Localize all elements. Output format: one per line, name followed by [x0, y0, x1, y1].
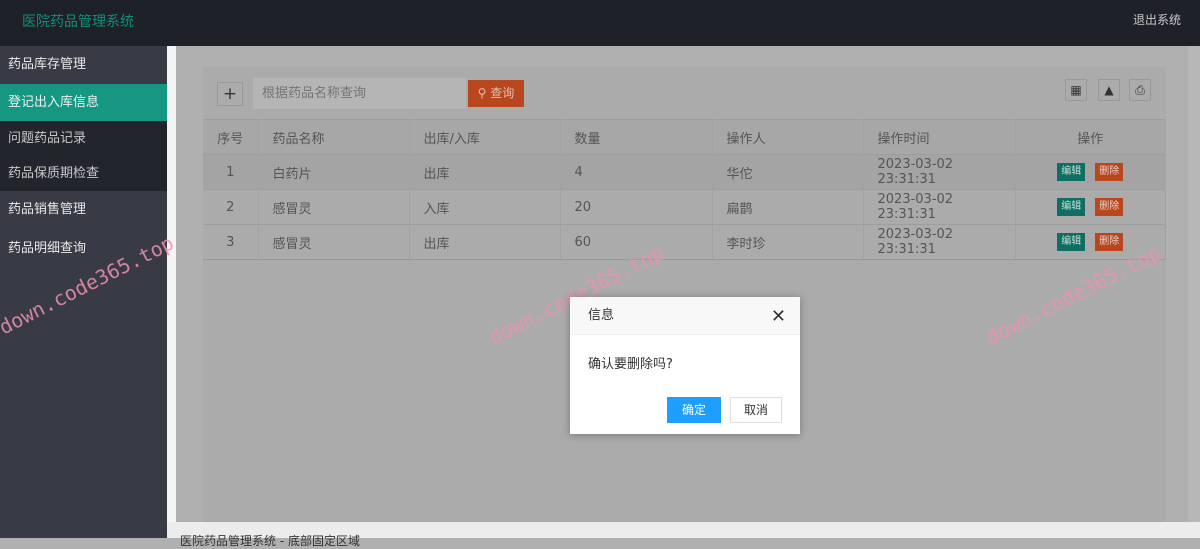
- delete-button[interactable]: 删除: [1095, 163, 1124, 181]
- cell-name: 感冒灵: [258, 224, 410, 260]
- cell-time: 2023-03-02 23:31:31: [863, 154, 1016, 190]
- col-header: 操作时间: [863, 119, 1016, 155]
- content-edge: [167, 46, 176, 522]
- cell-name: 白药片: [258, 154, 410, 190]
- edit-button[interactable]: 编辑: [1057, 163, 1086, 181]
- close-icon[interactable]: ✕: [771, 306, 786, 327]
- footer: 医院药品管理系统 - 底部固定区域: [167, 522, 1200, 548]
- cell-time: 2023-03-02 23:31:31: [863, 189, 1016, 225]
- cell-type: 出库: [409, 224, 561, 260]
- table-row: 1 白药片 出库 4 华佗 2023-03-02 23:31:31 编辑 删除: [203, 154, 1166, 190]
- export-icon[interactable]: ▲: [1098, 79, 1120, 101]
- search-button-label: 查询: [490, 86, 515, 100]
- cell-operator: 扁鹊: [712, 189, 864, 225]
- cell-qty: 20: [560, 189, 713, 225]
- cell-operator: 华佗: [712, 154, 864, 190]
- delete-button[interactable]: 删除: [1095, 198, 1124, 216]
- sidebar-item-sales[interactable]: 药品销售管理: [0, 191, 167, 229]
- cell-type: 入库: [409, 189, 561, 225]
- print-icon[interactable]: ⎙: [1129, 79, 1151, 101]
- sidebar-item-expiry-check[interactable]: 药品保质期检查: [0, 156, 167, 191]
- delete-button[interactable]: 删除: [1095, 233, 1124, 251]
- search-button[interactable]: ⚲ 查询: [468, 80, 524, 107]
- confirm-dialog: 信息 ✕ 确认要删除吗? 确定 取消: [570, 297, 800, 434]
- col-header: 操作: [1015, 119, 1166, 155]
- app-title: 医院药品管理系统: [22, 14, 134, 30]
- sidebar-item-details[interactable]: 药品明细查询: [0, 229, 167, 269]
- sidebar-item-inventory[interactable]: 药品库存管理: [0, 46, 167, 84]
- cell-id: 2: [203, 189, 259, 225]
- cell-operator: 李时珍: [712, 224, 864, 260]
- edit-button[interactable]: 编辑: [1057, 198, 1086, 216]
- sidebar-item-problem-records[interactable]: 问题药品记录: [0, 121, 167, 156]
- cancel-button[interactable]: 取消: [730, 397, 782, 423]
- dialog-title: 信息: [570, 297, 800, 335]
- footer-text: 医院药品管理系统 - 底部固定区域: [180, 534, 360, 548]
- cell-time: 2023-03-02 23:31:31: [863, 224, 1016, 260]
- table-row: 3 感冒灵 出库 60 李时珍 2023-03-02 23:31:31 编辑 删除: [203, 224, 1166, 260]
- cell-actions: 编辑 删除: [1015, 154, 1166, 190]
- col-header: 药品名称: [258, 119, 410, 155]
- stock-table: 序号 药品名称 出库/入库 数量 操作人 操作时间 操作 1 白药片 出库 4 …: [203, 119, 1166, 260]
- dialog-message: 确认要删除吗?: [588, 357, 673, 372]
- col-header: 数量: [560, 119, 713, 155]
- confirm-button[interactable]: 确定: [667, 397, 721, 423]
- scrollbar[interactable]: [1188, 46, 1200, 522]
- sidebar: 药品库存管理 登记出入库信息 问题药品记录 药品保质期检查 药品销售管理 药品明…: [0, 46, 167, 538]
- cell-actions: 编辑 删除: [1015, 224, 1166, 260]
- table-row: 2 感冒灵 入库 20 扁鹊 2023-03-02 23:31:31 编辑 删除: [203, 189, 1166, 225]
- top-header: 医院药品管理系统 退出系统: [0, 0, 1200, 46]
- table-header-row: 序号 药品名称 出库/入库 数量 操作人 操作时间 操作: [203, 119, 1166, 155]
- col-header: 出库/入库: [409, 119, 561, 155]
- col-header: 操作人: [712, 119, 864, 155]
- col-header: 序号: [203, 119, 259, 155]
- cell-id: 3: [203, 224, 259, 260]
- cell-qty: 60: [560, 224, 713, 260]
- sidebar-item-stock-register[interactable]: 登记出入库信息: [0, 84, 167, 121]
- cell-id: 1: [203, 154, 259, 190]
- cell-name: 感冒灵: [258, 189, 410, 225]
- cell-qty: 4: [560, 154, 713, 190]
- logout-link[interactable]: 退出系统: [1133, 11, 1181, 28]
- add-button[interactable]: +: [217, 82, 243, 106]
- search-input[interactable]: [253, 78, 466, 109]
- cell-type: 出库: [409, 154, 561, 190]
- search-icon: ⚲: [477, 86, 487, 100]
- cell-actions: 编辑 删除: [1015, 189, 1166, 225]
- table-panel: + ⚲ 查询 ▦ ▲ ⎙ 序号 药品名称 出库/入库 数量 操作人 操作时间 操…: [203, 67, 1166, 522]
- edit-button[interactable]: 编辑: [1057, 233, 1086, 251]
- columns-icon[interactable]: ▦: [1065, 79, 1087, 101]
